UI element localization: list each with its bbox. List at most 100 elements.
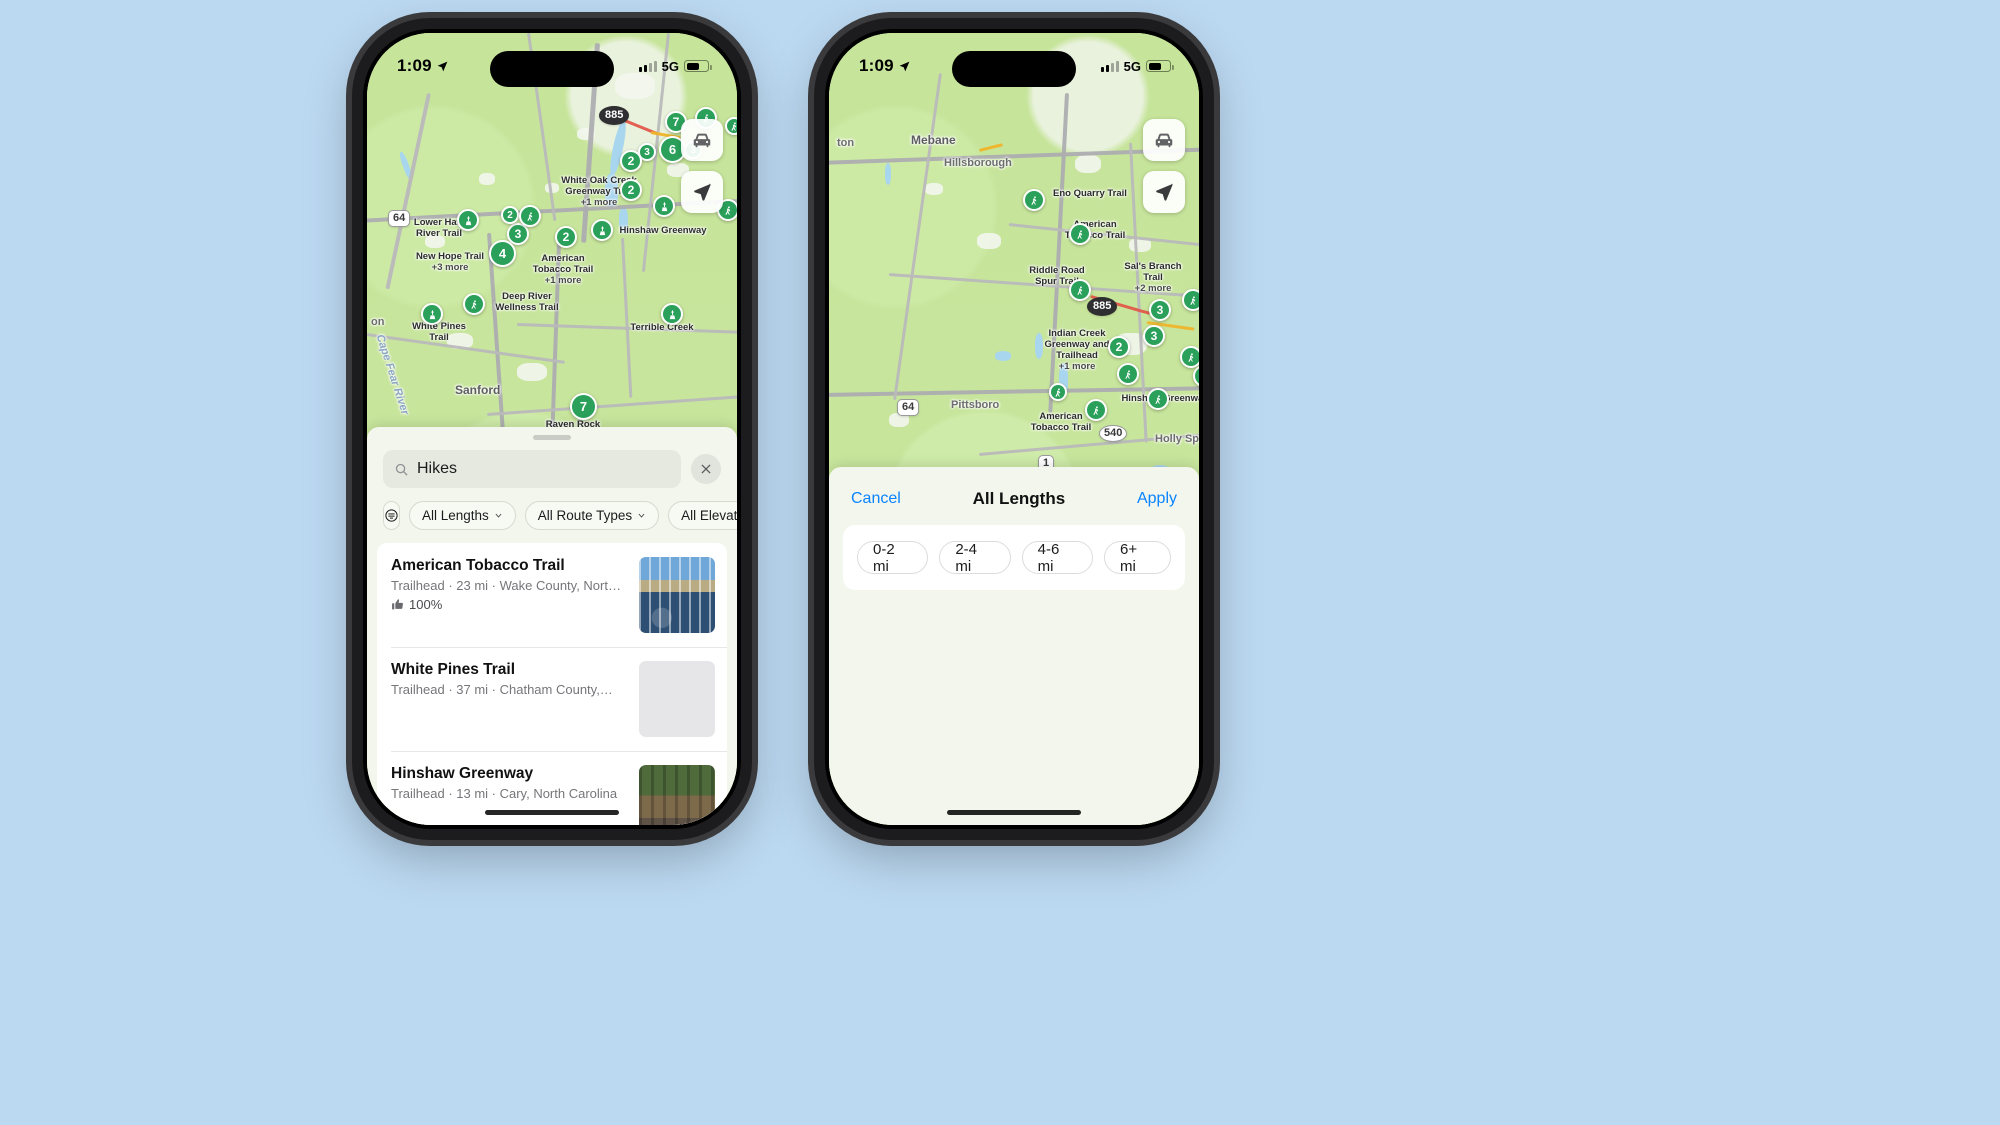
- phone-right-screen: Mebane Hillsborough ton Cary Pittsboro H…: [829, 33, 1199, 825]
- search-input-value: Hikes: [417, 460, 458, 477]
- result-row[interactable]: American Tobacco Trail Trailhead · 23 mi…: [377, 543, 727, 647]
- poi-label: Deep River Wellness Trail: [495, 291, 559, 313]
- phone-left: Sanford Broadway Lillington on Coa Cape …: [352, 18, 752, 840]
- status-time: 1:09: [859, 56, 894, 75]
- result-info: American Tobacco Trail Trailhead · 23 mi…: [391, 557, 627, 612]
- status-indicators: 5G: [1100, 58, 1174, 74]
- map-pin-trail-icon[interactable]: [653, 195, 675, 217]
- map-pin-walk-icon[interactable]: [1117, 363, 1139, 385]
- map-pin-cluster[interactable]: 2: [620, 150, 642, 172]
- status-indicators: 5G: [638, 58, 712, 74]
- car-icon: [1155, 133, 1173, 148]
- result-subtitle: Trailhead · 23 mi · Wake County, Nort…: [391, 578, 621, 593]
- map-pin-cluster[interactable]: 2: [620, 179, 642, 201]
- home-indicator[interactable]: [947, 810, 1081, 815]
- close-icon: [701, 464, 711, 474]
- status-time-group: 1:09: [397, 56, 449, 76]
- phone-right: Mebane Hillsborough ton Cary Pittsboro H…: [814, 18, 1214, 840]
- map-clearing: [977, 233, 1001, 249]
- chip-all-lengths[interactable]: All Lengths: [409, 501, 516, 530]
- filter-chip-row[interactable]: All Lengths All Route Types All Elevatio…: [367, 488, 737, 543]
- map-pin-walk-icon[interactable]: [1069, 223, 1091, 245]
- map-pin-cluster[interactable]: 4: [489, 240, 516, 267]
- map-pin-walk-icon[interactable]: [725, 117, 737, 135]
- map-clearing: [925, 183, 943, 195]
- filter-icon: [385, 509, 398, 522]
- poi-label: American Tobacco Trail: [1030, 411, 1092, 433]
- map-pin-walk-icon[interactable]: [463, 293, 485, 315]
- length-option-6-plus[interactable]: 6+ mi: [1103, 541, 1171, 575]
- cellular-signal-icon: [1100, 60, 1119, 72]
- map-clearing: [517, 363, 547, 381]
- map-pin-walk-icon[interactable]: [519, 205, 541, 227]
- map-pin-cluster[interactable]: 2: [501, 206, 519, 224]
- map-place-label: on: [371, 316, 385, 328]
- dynamic-island: [952, 51, 1076, 87]
- map-clearing: [1075, 155, 1101, 173]
- result-thumbnail: [639, 661, 715, 737]
- map-pin-trail-icon[interactable]: [661, 303, 683, 325]
- chip-all-route-types[interactable]: All Route Types: [524, 501, 660, 530]
- network-type-label: 5G: [1123, 58, 1141, 74]
- result-row[interactable]: White Pines Trail Trailhead · 37 mi · Ch…: [377, 647, 727, 751]
- battery-icon: [684, 60, 712, 72]
- locate-me-button[interactable]: [1143, 171, 1185, 213]
- map-pin-cluster[interactable]: 2: [555, 226, 577, 248]
- search-results-list[interactable]: American Tobacco Trail Trailhead · 23 mi…: [377, 543, 727, 825]
- clear-search-button[interactable]: [691, 454, 721, 484]
- result-subtitle: Trailhead · 37 mi · Chatham County,…: [391, 682, 613, 697]
- car-icon: [693, 133, 711, 148]
- locate-me-button[interactable]: [681, 171, 723, 213]
- road-shield: 64: [388, 210, 411, 227]
- length-option-0-2[interactable]: 0-2 mi: [857, 541, 929, 575]
- map-pin-trail-icon[interactable]: [457, 209, 479, 231]
- filter-sheet-title: All Lengths: [972, 489, 1066, 508]
- map-pin-trail-icon[interactable]: [591, 219, 613, 241]
- result-thumbnail: [639, 765, 715, 825]
- network-type-label: 5G: [661, 58, 679, 74]
- map-pin-walk-icon[interactable]: [1180, 346, 1199, 368]
- phone-left-screen: Sanford Broadway Lillington on Coa Cape …: [367, 33, 737, 825]
- chip-all-elevation[interactable]: All Elevation: [668, 501, 737, 530]
- map-place-label: Pittsboro: [951, 399, 1000, 411]
- map-pin-walk-icon[interactable]: [1023, 189, 1045, 211]
- map-pin-trail-icon[interactable]: [421, 303, 443, 325]
- road-shield: 64: [897, 399, 920, 416]
- length-option-4-6[interactable]: 4-6 mi: [1021, 541, 1093, 575]
- map-pin-walk-icon[interactable]: [1069, 279, 1091, 301]
- map-pin-walk-icon[interactable]: [1182, 289, 1199, 311]
- poi-label: Eno Quarry Trail: [1053, 188, 1127, 199]
- map-pin-cluster[interactable]: 3: [1149, 299, 1171, 321]
- chip-all-elevation-label: All Elevation: [681, 508, 737, 523]
- chip-all-route-types-label: All Route Types: [537, 508, 633, 523]
- filter-sheet-header: Cancel All Lengths Apply: [829, 467, 1199, 525]
- cancel-button[interactable]: Cancel: [851, 490, 901, 508]
- home-indicator[interactable]: [485, 810, 619, 815]
- poi-label: Indian Creek Greenway and Trailhead +1 more: [1044, 328, 1110, 372]
- poi-label: American Tobacco Trail +1 more: [532, 253, 594, 286]
- map-place-label: Hillsborough: [944, 157, 1012, 169]
- phone-left-bezel: Sanford Broadway Lillington on Coa Cape …: [363, 29, 741, 829]
- driving-mode-button[interactable]: [1143, 119, 1185, 161]
- map-pin-walk-icon[interactable]: [1147, 388, 1169, 410]
- map-pin-walk-icon[interactable]: [1085, 399, 1107, 421]
- navigation-arrow-icon: [1156, 183, 1173, 201]
- water-body: [885, 163, 891, 185]
- map-pin-walk-icon[interactable]: [1049, 383, 1067, 401]
- dynamic-island: [490, 51, 614, 87]
- map-pin-cluster[interactable]: 2: [1108, 336, 1130, 358]
- poi-label: New Hope Trail +3 more: [415, 251, 485, 273]
- battery-icon: [1146, 60, 1174, 72]
- navigation-arrow-icon: [694, 183, 711, 201]
- result-thumbnail: [639, 557, 715, 633]
- status-time: 1:09: [397, 56, 432, 75]
- filter-button[interactable]: [383, 501, 400, 530]
- map-pin-cluster[interactable]: 3: [1143, 325, 1165, 347]
- status-time-group: 1:09: [859, 56, 911, 76]
- search-input[interactable]: Hikes: [383, 450, 681, 488]
- map-pin-cluster[interactable]: 7: [570, 393, 597, 420]
- driving-mode-button[interactable]: [681, 119, 723, 161]
- result-info: White Pines Trail Trailhead · 37 mi · Ch…: [391, 661, 627, 697]
- apply-button[interactable]: Apply: [1137, 490, 1177, 508]
- length-option-2-4[interactable]: 2-4 mi: [939, 541, 1011, 575]
